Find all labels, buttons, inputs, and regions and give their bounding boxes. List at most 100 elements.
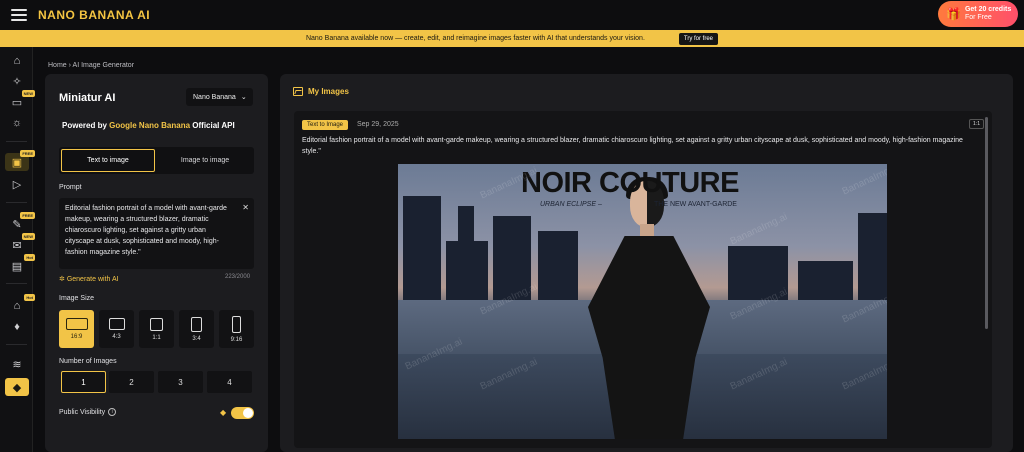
- breadcrumb-home[interactable]: Home: [48, 62, 67, 69]
- rail-divider: [6, 202, 27, 203]
- lightbulb-icon[interactable]: ☼: [5, 114, 29, 132]
- rail-divider: [6, 344, 27, 345]
- watermark: BananaImg.ai: [840, 164, 887, 198]
- model-select[interactable]: Nano Banana ⌄: [186, 88, 253, 106]
- hot-badge: Hot: [24, 254, 35, 261]
- shirt-icon[interactable]: ⌂ Hot: [5, 294, 35, 315]
- new-badge: NEW: [21, 90, 35, 97]
- skyline-building: [798, 261, 853, 301]
- layers-icon[interactable]: ≋: [5, 355, 29, 373]
- my-images-panel: My Images Text to Image Sep 29, 2025 1:1…: [280, 74, 1013, 452]
- size-label: 16:9: [70, 334, 83, 340]
- size-option-16-9[interactable]: 16:9: [59, 310, 94, 348]
- info-icon[interactable]: i: [108, 408, 117, 416]
- breadcrumb: Home › AI Image Generator: [48, 62, 134, 69]
- microphone-icon[interactable]: ♦: [5, 318, 29, 336]
- ratio-9-16-icon: [232, 315, 241, 333]
- ratio-16-9-icon: [65, 318, 88, 330]
- app-logo[interactable]: NANO BANANA AI: [38, 8, 150, 22]
- ratio-3-4-icon: [191, 316, 202, 332]
- number-option-2[interactable]: 2: [109, 371, 154, 393]
- size-label: 1:1: [152, 334, 161, 341]
- skyline-building: [538, 231, 578, 301]
- size-option-9-16[interactable]: 9:16: [219, 310, 254, 348]
- size-option-1-1[interactable]: 1:1: [139, 310, 174, 348]
- magic-wand-icon[interactable]: ✎ FREE: [5, 212, 35, 233]
- my-images-title: My Images: [308, 87, 349, 96]
- rail-divider: [6, 283, 27, 284]
- image-card: Text to Image Sep 29, 2025 1:1 Editorial…: [294, 111, 992, 448]
- watermark: BananaImg.ai: [728, 211, 790, 248]
- home-icon[interactable]: ⌂: [5, 52, 29, 70]
- number-option-3[interactable]: 3: [158, 371, 203, 393]
- gift-icon: 🎁: [946, 7, 961, 21]
- announcement-banner: Nano Banana available now — create, edit…: [0, 30, 1024, 47]
- mail-icon[interactable]: ✉ NEW: [5, 233, 35, 254]
- generator-panel: Miniatur AI Nano Banana ⌄ Powered by Goo…: [45, 74, 268, 452]
- mode-tabs: Text to image Image to image: [59, 147, 254, 174]
- model-neck: [640, 224, 654, 238]
- model-select-value: Nano Banana: [193, 93, 236, 101]
- my-images-header: My Images: [293, 87, 349, 96]
- skyline-building: [458, 206, 474, 301]
- tab-text-to-image[interactable]: Text to image: [61, 149, 155, 172]
- video-icon[interactable]: ▷: [5, 175, 29, 193]
- image-prompt-text: Editorial fashion portrait of a model wi…: [302, 137, 963, 155]
- prompt-text: Editorial fashion portrait of a model wi…: [65, 205, 227, 256]
- size-option-4-3[interactable]: 4:3: [99, 310, 134, 348]
- generator-title: Miniatur AI: [59, 92, 116, 104]
- credits-subtitle: For Free: [964, 14, 992, 21]
- breadcrumb-current: AI Image Generator: [72, 62, 135, 69]
- powered-suffix: Official API: [192, 121, 235, 130]
- generation-type-badge: Text to Image: [302, 120, 349, 130]
- number-of-images-label: Number of Images: [59, 358, 117, 365]
- powered-highlight: Google Nano Banana: [109, 121, 191, 130]
- size-option-3-4[interactable]: 3:4: [179, 310, 214, 348]
- skyline-building: [858, 213, 887, 301]
- public-visibility-toggle[interactable]: [231, 407, 254, 419]
- banner-message: Nano Banana available now — create, edit…: [305, 35, 645, 42]
- toggle-knob: [243, 408, 253, 418]
- free-credits-button[interactable]: 🎁 Get 20 credits For Free: [938, 1, 1018, 27]
- premium-diamond-icon: ◆: [220, 408, 227, 417]
- rail-divider: [6, 141, 27, 142]
- film-icon[interactable]: ▤ Hot: [5, 254, 35, 275]
- try-for-free-button[interactable]: Try for free: [678, 32, 719, 45]
- prompt-textarea[interactable]: Editorial fashion portrait of a model wi…: [59, 198, 254, 269]
- menu-icon[interactable]: [11, 9, 27, 21]
- image-generator-icon[interactable]: ▣ FREE: [5, 150, 35, 171]
- skyline-building: [403, 196, 441, 301]
- generate-with-ai-label: Generate with AI: [66, 276, 119, 283]
- ratio-1-1-icon: [150, 317, 163, 331]
- clear-prompt-icon[interactable]: ✕: [242, 202, 249, 213]
- sparkles-icon[interactable]: ✧: [5, 72, 29, 90]
- chat-icon[interactable]: ▭ NEW: [5, 90, 35, 111]
- prompt-char-counter: 223/2000: [225, 274, 251, 280]
- public-visibility-row: Public Visibility i: [59, 408, 117, 416]
- aspect-ratio-badge: 1:1: [969, 119, 984, 129]
- public-visibility-label: Public Visibility: [59, 408, 106, 416]
- generated-image[interactable]: NOIR COUTURE URBAN ECLIPSE – THE NEW AVA…: [398, 164, 887, 439]
- size-label: 3:4: [192, 335, 201, 342]
- generation-date: Sep 29, 2025: [357, 121, 399, 128]
- scrollbar[interactable]: [985, 117, 988, 329]
- chevron-down-icon: ⌄: [240, 94, 247, 101]
- number-option-4[interactable]: 4: [207, 371, 252, 393]
- diamond-icon[interactable]: ◆: [5, 378, 29, 396]
- top-bar: NANO BANANA AI 🎁 Get 20 credits For Free: [0, 0, 1024, 30]
- number-option-1[interactable]: 1: [61, 371, 106, 393]
- tab-image-to-image[interactable]: Image to image: [158, 149, 252, 172]
- credits-title: Get 20 credits: [964, 6, 1012, 13]
- generate-with-ai-button[interactable]: ✲ Generate with AI: [59, 275, 119, 283]
- free-badge: FREE: [20, 212, 35, 219]
- prompt-label: Prompt: [59, 184, 82, 191]
- sparkle-icon: ✲: [59, 276, 65, 283]
- breadcrumb-separator: ›: [68, 62, 71, 69]
- magazine-subtitle-right: THE NEW AVANT-GARDE: [654, 201, 737, 208]
- powered-prefix: Powered by: [62, 121, 107, 130]
- hot-badge: Hot: [24, 294, 35, 301]
- size-label: 9:16: [230, 336, 243, 343]
- new-badge: NEW: [21, 233, 35, 240]
- magazine-subtitle-left: URBAN ECLIPSE –: [540, 201, 602, 208]
- powered-by-text: Powered by Google Nano Banana Official A…: [62, 121, 235, 130]
